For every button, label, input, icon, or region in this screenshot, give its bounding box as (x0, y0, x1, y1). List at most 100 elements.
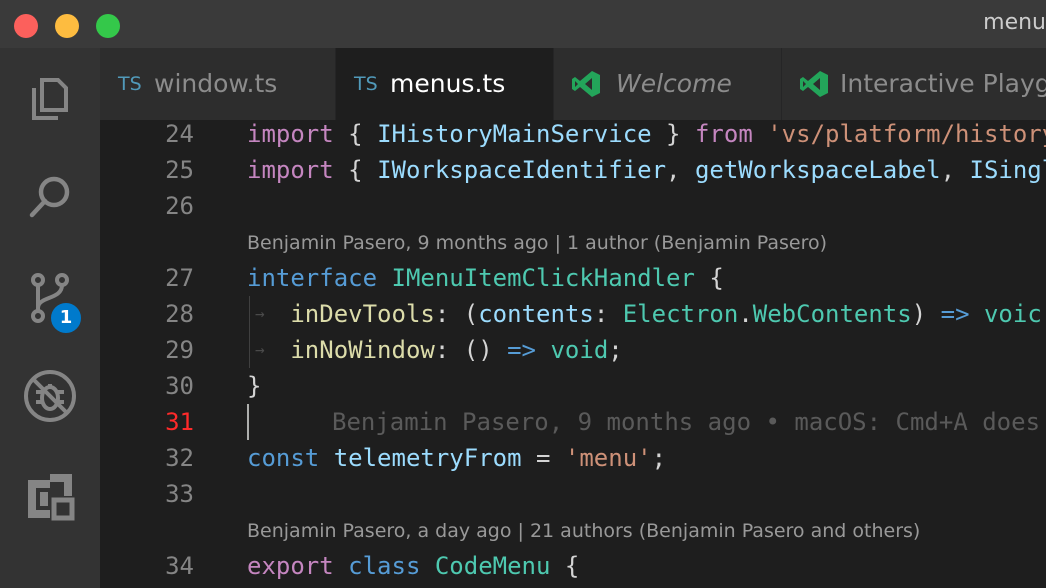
code-token: voic (983, 300, 1042, 328)
code-line: 33 (100, 476, 1046, 512)
code-token: . (738, 300, 753, 328)
code-token: Electron (622, 300, 739, 328)
code-token: inNoWindow (290, 336, 435, 364)
code-token: getWorkspaceLabel (694, 156, 941, 184)
code-token: = (521, 444, 565, 472)
code-token: ; (608, 336, 623, 364)
maximize-window-button[interactable] (96, 14, 120, 38)
code-token: { (333, 120, 378, 148)
code-token: CodeMenu (434, 552, 551, 580)
code-line: 34 export class CodeMenu { (100, 548, 1046, 584)
close-window-button[interactable] (14, 14, 38, 38)
extensions-icon[interactable] (20, 466, 80, 526)
text-cursor (247, 404, 249, 440)
search-icon[interactable] (20, 168, 80, 228)
code-line: 24 import { IHistoryMainService } from '… (100, 120, 1046, 152)
code-token: import (247, 156, 334, 184)
code-line: 28 → inDevTools: (contents: Electron.Web… (100, 296, 1046, 332)
code-token: from (694, 120, 753, 148)
code-token: 'vs/platform/history (767, 120, 1046, 148)
vscode-icon (800, 71, 828, 97)
typescript-icon: TS (354, 73, 378, 95)
title-bar: menu (0, 0, 1046, 48)
code-line: 25 import { IWorkspaceIdentifier, getWor… (100, 152, 1046, 188)
line-number: 24 (165, 120, 194, 148)
code-token: : () (434, 336, 508, 364)
code-token: WebContents (752, 300, 912, 328)
tab-menus-ts[interactable]: TS menus.ts (336, 48, 554, 120)
code-line: 26 (100, 188, 1046, 224)
code-token: IMenuItemClickHandler (391, 264, 695, 292)
files-icon[interactable] (20, 68, 80, 128)
code-token: ISingl (969, 156, 1046, 184)
code-token: IHistoryMainService (377, 120, 652, 148)
line-number: 29 (165, 336, 194, 364)
line-number: 33 (165, 480, 194, 508)
tab-interactive-playground[interactable]: Interactive Playg (782, 48, 1046, 120)
inline-blame: Benjamin Pasero, 9 months ago • macOS: C… (332, 408, 1041, 436)
code-token: contents (478, 300, 594, 328)
code-token: => (507, 336, 537, 364)
code-text: } (247, 368, 261, 404)
line-number: 28 (165, 300, 194, 328)
activity-bar: 1 (0, 48, 100, 588)
code-token: telemetryFrom (333, 444, 522, 472)
code-token: export (247, 552, 334, 580)
code-token: const (247, 444, 320, 472)
code-line: 30 } (100, 368, 1046, 404)
codelens-author-info[interactable]: Benjamin Pasero, a day ago | 21 authors … (247, 520, 920, 542)
code-text: inNoWindow: () => void; (247, 332, 623, 368)
code-line: 27 interface IMenuItemClickHandler { (100, 260, 1046, 296)
code-line: 29 → inNoWindow: () => void; (100, 332, 1046, 368)
minimize-window-button[interactable] (55, 14, 79, 38)
tab-welcome[interactable]: Welcome (554, 48, 782, 120)
line-number: 34 (165, 552, 194, 580)
code-editor[interactable]: 24 import { IHistoryMainService } from '… (100, 120, 1046, 588)
code-text: const telemetryFrom = 'menu'; (247, 440, 666, 476)
code-text: inDevTools: (contents: Electron.WebConte… (247, 296, 1042, 332)
source-control-badge: 1 (48, 300, 84, 336)
code-token: , (666, 156, 695, 184)
code-text: interface IMenuItemClickHandler { (247, 260, 724, 296)
code-text: import { IHistoryMainService } from 'vs/… (247, 120, 1046, 152)
code-token: { (694, 264, 724, 292)
typescript-icon: TS (118, 73, 142, 95)
tab-label: menus.ts (390, 69, 506, 98)
code-token: 'menu' (564, 444, 652, 472)
tab-window-ts[interactable]: TS window.ts (100, 48, 336, 120)
code-text: export class CodeMenu { (247, 548, 579, 584)
code-token: => (940, 300, 970, 328)
line-number: 26 (165, 192, 194, 220)
code-token: ; (651, 444, 667, 472)
line-number: 25 (165, 156, 194, 184)
code-text: import { IWorkspaceIdentifier, getWorksp… (247, 152, 1046, 188)
code-token: , (940, 156, 970, 184)
vscode-icon (572, 71, 600, 97)
code-token: } (651, 120, 695, 148)
code-token: void (550, 336, 609, 364)
code-token: class (348, 552, 421, 580)
code-token: ) (911, 300, 941, 328)
code-token: : ( (434, 300, 479, 328)
codelens-author-info[interactable]: Benjamin Pasero, 9 months ago | 1 author… (247, 232, 827, 254)
line-number: 31 (165, 408, 194, 436)
code-token: } (247, 372, 262, 400)
line-number: 27 (165, 264, 194, 292)
line-number: 30 (165, 372, 194, 400)
window-title: menu (983, 10, 1046, 35)
tab-label: Welcome (616, 69, 732, 98)
tab-bar: TS window.ts TS menus.ts Welcome Interac… (100, 48, 1046, 120)
current-line: 31 Benjamin Pasero, 9 months ago • macOS… (100, 404, 1046, 440)
code-token: : (593, 300, 623, 328)
code-token: inDevTools (290, 300, 435, 328)
debug-icon[interactable] (20, 366, 80, 426)
tab-label: window.ts (154, 69, 278, 98)
